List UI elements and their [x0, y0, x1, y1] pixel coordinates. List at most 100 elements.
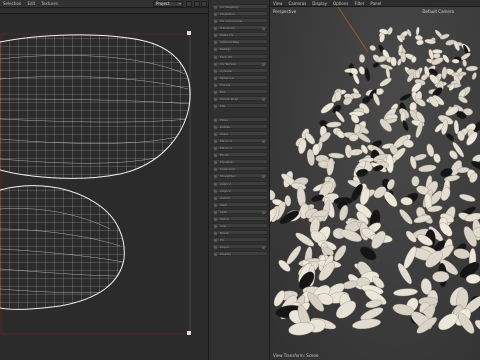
tool-panel-item[interactable]: Sew — [212, 223, 268, 228]
tool-icon — [214, 197, 217, 200]
seed-mesh — [441, 67, 447, 80]
uv-toolbar-button-2[interactable] — [194, 1, 200, 7]
vp-menu-view[interactable]: View — [270, 1, 286, 6]
tool-panel-item-label: Transform — [220, 26, 235, 30]
tool-panel-item-label: Relax UV — [220, 33, 233, 37]
project-dropdown[interactable]: Project ▾ — [153, 1, 183, 7]
chevron-down-icon: ▾ — [179, 2, 181, 6]
tool-panel-item[interactable]: Cylinder — [212, 68, 268, 73]
viewport-camera-label[interactable]: Default Camera — [422, 9, 454, 14]
tool-panel-item[interactable]: Realign — [212, 46, 268, 51]
tool-icon — [214, 48, 217, 51]
tool-icon — [214, 126, 217, 129]
tool-panel-item[interactable]: Fit UV — [212, 152, 268, 157]
tool-panel-item[interactable]: Relax UV — [212, 32, 268, 37]
uv-canvas[interactable] — [0, 14, 208, 360]
tool-panel-item[interactable]: Equalize — [212, 159, 268, 164]
tool-panel-item-label: Straighten — [220, 174, 236, 178]
tool-panel-item[interactable]: Unfold — [212, 195, 268, 200]
tool-panel-item[interactable]: Break — [212, 230, 268, 235]
tool-panel-item[interactable]: Box — [212, 89, 268, 94]
tool-panel-item[interactable]: Move — [212, 117, 268, 122]
seed-mesh — [398, 208, 415, 226]
tool-panel-item[interactable]: Pack UV — [212, 54, 268, 59]
tool-icon — [214, 175, 217, 178]
world-axis-line — [338, 7, 368, 52]
vp-menu-display[interactable]: Display — [309, 1, 330, 6]
seed-mesh — [462, 59, 467, 66]
tool-icon — [214, 225, 217, 228]
tool-option-checkbox[interactable] — [262, 63, 265, 66]
tool-panel-item[interactable]: Display — [212, 251, 268, 256]
tool-panel-item[interactable]: Frontal — [212, 82, 268, 87]
viewport-footer-label: View Transform: Scene — [273, 353, 318, 358]
seed-mesh — [359, 54, 365, 63]
tool-panel-item[interactable]: Pin — [212, 237, 268, 242]
tool-icon — [214, 168, 217, 171]
tool-panel-item-label: Pin — [220, 238, 224, 242]
tool-option-checkbox[interactable] — [262, 175, 265, 178]
tool-panel-item[interactable]: Mirror V — [212, 145, 268, 150]
tool-panel-item-label: Projection — [220, 12, 235, 16]
tool-panel-item-label: Rotate — [220, 125, 230, 129]
tool-option-checkbox[interactable] — [262, 27, 265, 30]
tool-panel-item[interactable]: Split — [212, 209, 268, 214]
tool-option-checkbox[interactable] — [262, 246, 265, 249]
uv-editor-panel: Selection Edit Textures Project ▾ — [0, 0, 208, 360]
tool-icon — [214, 20, 217, 23]
seed-mesh — [328, 152, 344, 158]
tool-icon — [214, 183, 217, 186]
tool-icon — [214, 147, 217, 150]
vp-menu-cameras[interactable]: Cameras — [286, 1, 310, 6]
tool-option-checkbox[interactable] — [262, 140, 265, 143]
viewport-view-label: Perspective — [273, 9, 296, 14]
tool-panel-item[interactable]: UV Mapping — [212, 4, 268, 9]
tool-panel-item[interactable]: Stitch — [212, 216, 268, 221]
uv-menu-edit[interactable]: Edit — [24, 1, 38, 6]
tool-panel-item[interactable]: Projection — [212, 11, 268, 16]
tool-panel-item-label: Split — [220, 210, 227, 214]
tool-icon — [214, 119, 217, 122]
vp-menu-options[interactable]: Options — [330, 1, 351, 6]
tool-panel-item-label: Align V — [220, 189, 231, 193]
tool-panel-item[interactable]: Spherical — [212, 75, 268, 80]
tool-panel-item[interactable]: Transform — [212, 25, 268, 30]
tool-panel-item[interactable]: UV Terrace — [212, 61, 268, 66]
3d-viewport[interactable]: View Cameras Display Options Filter Pane… — [270, 0, 480, 360]
tool-panel-item[interactable]: Tile — [212, 103, 268, 108]
tool-icon — [214, 27, 217, 30]
tool-panel-item[interactable]: Align U — [212, 181, 268, 186]
tool-panel-item[interactable]: Align V — [212, 188, 268, 193]
seed-mesh — [401, 120, 409, 132]
tool-panel-item-label: Tile — [220, 104, 225, 108]
uv-mesh-view — [0, 14, 208, 360]
tool-icon — [214, 218, 217, 221]
uv-toolbar-button-1[interactable] — [186, 1, 192, 7]
tool-icon — [214, 211, 217, 214]
tool-panel-item[interactable]: Snap Grid — [212, 166, 268, 171]
seed-mesh — [471, 72, 477, 80]
vp-menu-filter[interactable]: Filter — [351, 1, 367, 6]
tool-panel-item[interactable]: Rotate — [212, 124, 268, 129]
tool-icon — [214, 105, 217, 108]
tool-panel-item[interactable]: Unpin — [212, 244, 268, 249]
uv-toolbar-button-3[interactable] — [201, 1, 207, 7]
uv-menu-textures[interactable]: Textures — [38, 1, 61, 6]
project-dropdown-label: Project — [156, 1, 170, 6]
tool-option-checkbox[interactable] — [262, 98, 265, 101]
vp-menu-panel[interactable]: Panel — [367, 1, 384, 6]
tool-panel-item[interactable]: Straighten — [212, 173, 268, 178]
tool-panel-item[interactable]: Scale — [212, 131, 268, 136]
uv-menu-selection[interactable]: Selection — [0, 1, 24, 6]
tool-icon — [214, 98, 217, 101]
tool-panel-item[interactable]: Mirror U — [212, 138, 268, 143]
seed-mesh — [432, 271, 449, 282]
tool-panel-item[interactable]: UV Commands — [212, 18, 268, 23]
tool-panel-item[interactable]: Weld — [212, 202, 268, 207]
tool-panel-item-label: Unpin — [220, 245, 229, 249]
tool-panel-item[interactable]: Optimal Map — [212, 39, 268, 44]
tool-option-checkbox[interactable] — [262, 211, 265, 214]
tool-panel-item-label: Fit UV — [220, 153, 229, 157]
tool-panel-item[interactable]: Shrink Wrap — [212, 96, 268, 101]
uv-corner-handle-br — [187, 331, 191, 335]
